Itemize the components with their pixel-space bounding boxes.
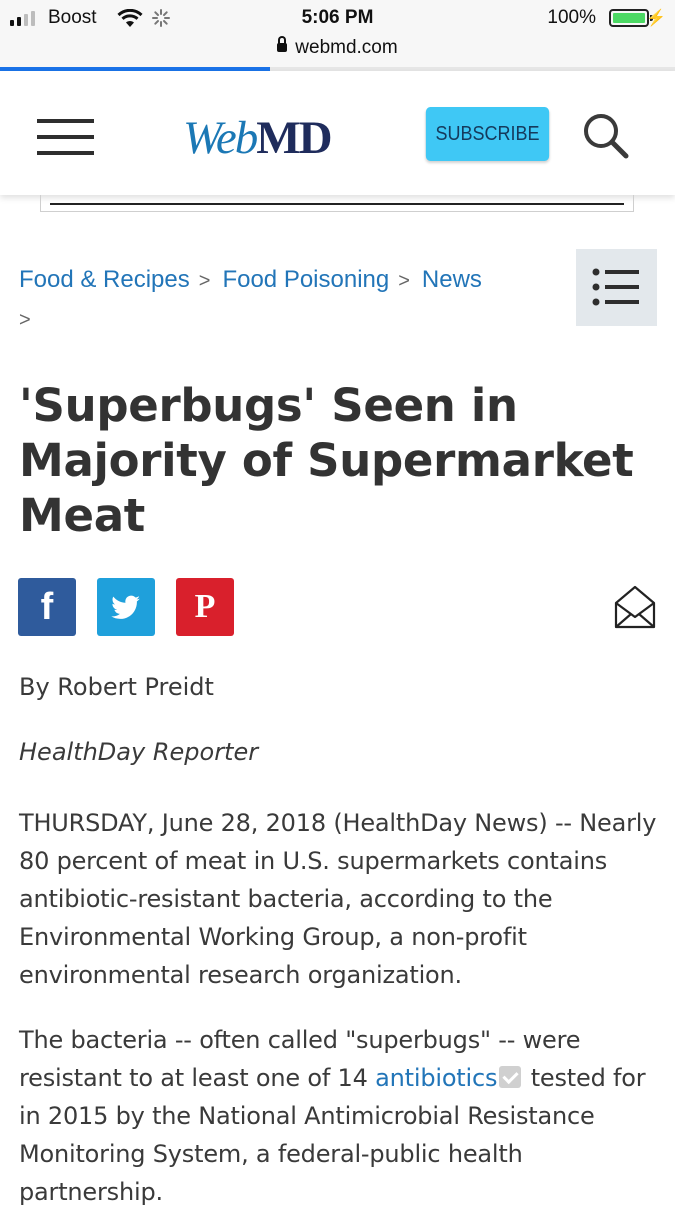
article-title: 'Superbugs' Seen in Majority of Supermar… (19, 379, 634, 542)
email-share-icon[interactable] (614, 585, 656, 629)
twitter-bird-icon (111, 595, 140, 619)
ad-banner-frame (40, 195, 634, 212)
address-bar[interactable]: webmd.com (0, 36, 675, 67)
article-byline: By Robert Preidt (19, 673, 214, 701)
breadcrumb-food-recipes[interactable]: Food & Recipes (19, 266, 190, 293)
share-facebook-button[interactable]: f (18, 578, 76, 636)
share-twitter-button[interactable] (97, 578, 155, 636)
hamburger-menu-icon[interactable] (37, 119, 94, 155)
subscribe-button[interactable]: SUBSCRIBE (425, 107, 550, 161)
webmd-logo[interactable]: WebMD (183, 111, 333, 165)
battery-percent: 100% (547, 7, 596, 28)
battery-icon (609, 9, 653, 27)
status-bar: Boost 5:06 PM 100% ⚡ (0, 0, 675, 36)
antibiotics-link[interactable]: antibiotics (375, 1064, 497, 1092)
lock-icon (277, 36, 288, 52)
breadcrumb: Food & Recipes > Food Poisoning > News > (19, 261, 539, 339)
share-pinterest-button[interactable]: P (176, 578, 234, 636)
breadcrumb-separator: > (398, 270, 410, 292)
charging-icon: ⚡ (646, 10, 666, 27)
breadcrumb-food-poisoning[interactable]: Food Poisoning (222, 266, 389, 293)
search-icon[interactable] (580, 111, 630, 161)
breadcrumb-separator: > (198, 270, 211, 292)
checkmark-icon (499, 1066, 522, 1088)
list-icon (592, 268, 639, 306)
logo-web: Web (183, 112, 258, 164)
pinterest-icon: P (194, 588, 216, 625)
article-paragraph: The bacteria -- often called "superbugs"… (19, 1021, 664, 1211)
table-of-contents-button[interactable] (576, 249, 657, 326)
site-header: WebMD SUBSCRIBE (0, 71, 675, 195)
reporter-title: HealthDay Reporter (19, 738, 259, 766)
article-paragraph: THURSDAY, June 28, 2018 (HealthDay News)… (19, 809, 657, 989)
breadcrumb-news[interactable]: News (422, 266, 482, 293)
url-text[interactable]: webmd.com (295, 37, 397, 58)
breadcrumb-separator: > (19, 309, 31, 331)
facebook-icon: f (40, 586, 54, 628)
logo-md: MD (256, 112, 332, 164)
